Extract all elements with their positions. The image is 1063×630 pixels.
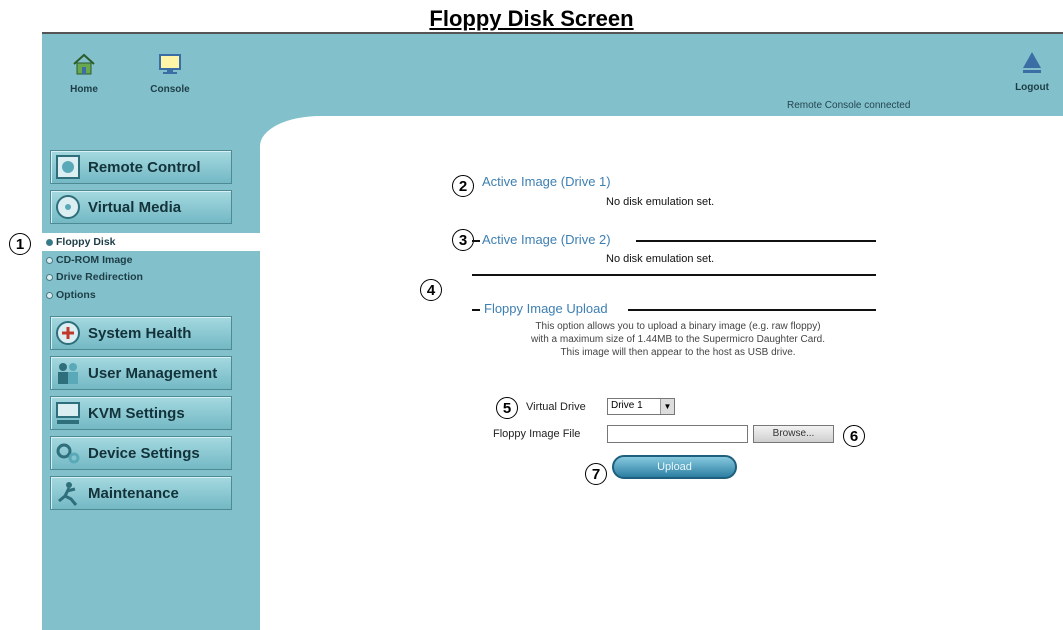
home-label: Home [70,84,98,95]
menu-remote-control[interactable]: Remote Control [50,150,232,184]
virtual-drive-label: Virtual Drive [526,401,586,413]
callout-marker: 3 [452,229,474,251]
user-management-icon [58,363,78,384]
menu-label: Remote Control [88,158,201,176]
drive1-status: No disk emulation set. [606,196,715,208]
callout-marker: 4 [420,279,442,301]
menu-device-settings[interactable]: Device Settings [50,436,232,470]
floppy-image-file-input[interactable] [607,425,748,443]
divider [472,274,876,276]
upload-description-line: with a maximum size of 1.44MB to the Sup… [530,334,825,345]
upload-section-title: Floppy Image Upload [484,301,608,316]
menu-maintenance[interactable]: Maintenance [50,476,232,510]
submenu-label: CD-ROM Image [56,254,133,266]
divider [472,309,480,311]
home-icon [73,53,95,75]
console-label: Console [150,84,190,95]
upload-description-line: This image will then appear to the host … [560,347,796,358]
drive2-title: Active Image (Drive 2) [482,232,611,247]
logout-label: Logout [1015,82,1049,93]
callout-marker: 2 [452,175,474,197]
bullet-icon [46,291,53,299]
maintenance-icon [58,482,78,506]
virtual-drive-select[interactable]: Drive 1 ▼ [607,398,675,415]
menu-label: Maintenance [88,484,179,502]
drive1-title: Active Image (Drive 1) [482,174,611,189]
floppy-image-file-label: Floppy Image File [493,428,581,440]
chevron-down-icon[interactable]: ▼ [660,399,674,414]
menu-system-health[interactable]: System Health [50,316,232,350]
remote-control-icon [56,155,80,179]
browse-button[interactable]: Browse... [753,425,834,443]
system-health-icon [56,321,80,345]
home-button[interactable]: Home [54,52,114,95]
console-icon [159,54,181,74]
menu-user-management[interactable]: User Management [50,356,232,390]
logout-button[interactable]: Logout [1009,50,1055,93]
submenu-cd-rom-image[interactable]: CD-ROM Image [46,254,132,266]
bullet-icon [46,273,53,281]
upload-button[interactable]: Upload [612,455,737,479]
bullet-icon [46,238,53,246]
callout-marker: 5 [496,397,518,419]
callout-marker: 7 [585,463,607,485]
device-settings-icon [56,443,80,464]
drive2-status: No disk emulation set. [606,253,715,265]
connection-status: Remote Console connected [787,100,911,111]
menu-label: Virtual Media [88,198,182,216]
submenu-drive-redirection[interactable]: Drive Redirection [46,271,143,283]
upload-description-line: This option allows you to upload a binar… [535,321,821,332]
menu-label: KVM Settings [88,404,185,422]
virtual-drive-value: Drive 1 [611,400,643,411]
document-title: Floppy Disk Screen [429,6,634,31]
menu-label: Device Settings [88,444,200,462]
menu-virtual-media[interactable]: Virtual Media [50,190,232,224]
submenu-options[interactable]: Options [46,289,96,301]
menu-label: User Management [88,364,218,382]
console-button[interactable]: Console [140,52,200,95]
submenu-label: Floppy Disk [56,236,116,248]
virtual-media-icon [56,195,80,219]
top-bar: Home Console Remote Console connected Lo… [42,32,1063,116]
divider [628,309,876,311]
menu-kvm-settings[interactable]: KVM Settings [50,396,232,430]
callout-marker: 6 [843,425,865,447]
bullet-icon [46,256,53,264]
submenu-floppy-disk[interactable]: Floppy Disk [46,236,116,248]
menu-label: System Health [88,324,192,342]
callout-marker: 1 [9,233,31,255]
submenu-label: Options [56,289,96,301]
kvm-settings-icon [56,402,80,424]
divider [636,240,876,242]
logout-icon [1023,52,1041,73]
content-corner [260,116,1063,146]
submenu-label: Drive Redirection [56,271,143,283]
divider [472,240,480,242]
